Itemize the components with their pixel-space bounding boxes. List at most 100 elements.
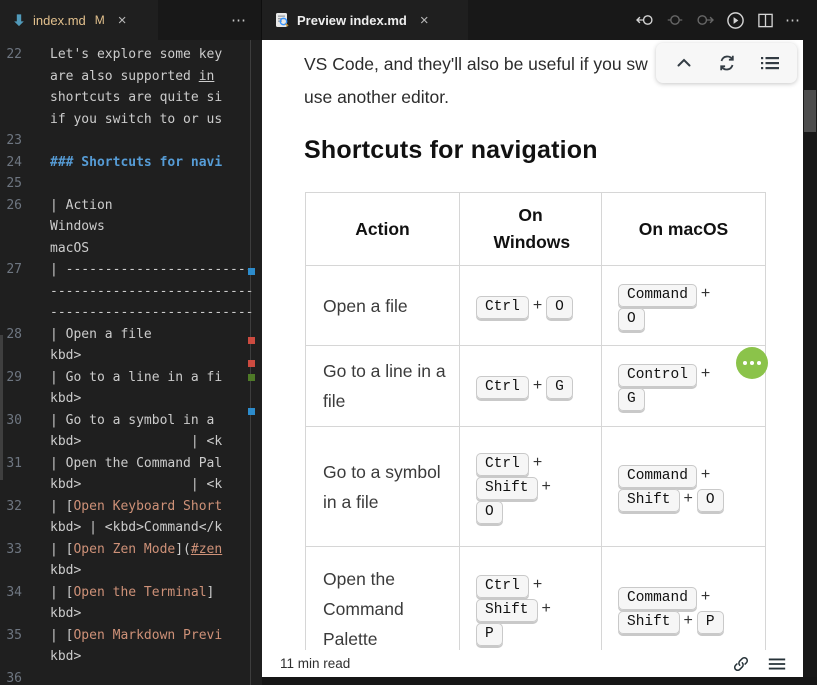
code-segment: kbd> | <k bbox=[50, 477, 222, 492]
code-segment: kbd> bbox=[50, 606, 81, 621]
run-icon[interactable] bbox=[725, 10, 745, 30]
code-text: | [Open the Terminal] bbox=[50, 585, 214, 607]
editor-line: kbd> bbox=[0, 649, 262, 671]
preview-scrollbar-track[interactable] bbox=[803, 40, 817, 685]
code-segment: kbd> bbox=[50, 391, 81, 406]
key-line: Shift+ bbox=[476, 600, 595, 618]
code-segment: | [ bbox=[50, 628, 73, 643]
scrollbar-thumb[interactable] bbox=[804, 90, 816, 132]
column-header-windows: On Windows bbox=[460, 193, 602, 266]
refresh-icon[interactable] bbox=[715, 51, 739, 75]
editor-line: are also supported in bbox=[0, 69, 262, 91]
menu-icon[interactable] bbox=[767, 654, 787, 674]
navigate-current-icon[interactable] bbox=[665, 10, 685, 30]
green-more-button[interactable] bbox=[736, 347, 768, 379]
editor-line: 26| Action bbox=[0, 198, 262, 220]
code-text: kbd> bbox=[50, 649, 81, 671]
editor-line: kbd> bbox=[0, 348, 262, 370]
code-segment: | [ bbox=[50, 585, 73, 600]
tab-preview-index-md[interactable]: Preview index.md × bbox=[262, 0, 468, 40]
editor-lines: 22Let's explore some keyare also support… bbox=[0, 47, 262, 685]
code-segment: ] bbox=[207, 585, 215, 600]
editor-line: kbd> | <k bbox=[0, 477, 262, 499]
preview-group-tabs: Preview index.md × bbox=[262, 0, 817, 40]
editor-line: 36 bbox=[0, 671, 262, 685]
table-header-row: Action On Windows On macOS bbox=[306, 193, 766, 266]
code-text: | Go to a symbol in a bbox=[50, 413, 214, 435]
close-icon[interactable]: × bbox=[118, 13, 127, 28]
line-number: 34 bbox=[0, 585, 50, 607]
markdown-preview-pane[interactable]: VS Code, and they'll also be useful if y… bbox=[262, 40, 803, 677]
editor-line: 25 bbox=[0, 176, 262, 198]
dot bbox=[750, 361, 754, 365]
line-number: 24 bbox=[0, 155, 50, 177]
column-header-action: Action bbox=[306, 193, 460, 266]
read-time-label: 11 min read bbox=[280, 656, 350, 671]
more-actions-icon[interactable]: ⋯ bbox=[231, 11, 247, 29]
plus-sign: + bbox=[533, 297, 542, 314]
code-text: kbd> bbox=[50, 391, 81, 413]
editor-line: if you switch to or us bbox=[0, 112, 262, 134]
code-segment: kbd> | <kbd>Command</k bbox=[50, 520, 222, 535]
more-actions-icon[interactable]: ⋯ bbox=[785, 11, 801, 29]
code-segment: Open Zen Mode bbox=[73, 542, 175, 557]
split-editor-icon[interactable] bbox=[755, 10, 775, 30]
line-number: 32 bbox=[0, 499, 50, 521]
close-icon[interactable]: × bbox=[420, 13, 429, 28]
kbd-key: Ctrl bbox=[476, 575, 529, 598]
line-number: 36 bbox=[0, 671, 50, 685]
plus-sign: + bbox=[684, 612, 693, 629]
shortcuts-table: Action On Windows On macOS Open a fileCt… bbox=[305, 192, 766, 672]
line-number: 31 bbox=[0, 456, 50, 478]
line-number bbox=[0, 391, 50, 413]
code-segment: kbd> bbox=[50, 348, 81, 363]
code-segment: Open Markdown Previ bbox=[73, 628, 222, 643]
code-text: Let's explore some key bbox=[50, 47, 222, 69]
editor-line: macOS bbox=[0, 241, 262, 263]
kbd-key: P bbox=[476, 623, 503, 646]
code-segment: | Open a file bbox=[50, 327, 152, 342]
editor-line: 24### Shortcuts for navi bbox=[0, 155, 262, 177]
code-text: if you switch to or us bbox=[50, 112, 222, 134]
editor-line: 29| Go to a line in a fi bbox=[0, 370, 262, 392]
editor-line: 22Let's explore some key bbox=[0, 47, 262, 69]
tab-label: Preview index.md bbox=[297, 13, 407, 28]
ruler-mark bbox=[248, 374, 255, 381]
ruler-mark bbox=[248, 408, 255, 415]
preview-toolbar bbox=[656, 43, 797, 83]
editor-line: -------------------------- bbox=[0, 284, 262, 306]
code-text: | [Open Zen Mode](#zen bbox=[50, 542, 222, 564]
editor-line: kbd> | <k bbox=[0, 434, 262, 456]
plus-sign: + bbox=[701, 365, 710, 382]
table-cell-keys: Ctrl+O bbox=[460, 266, 602, 346]
table-row: Open a fileCtrl+OCommand+O bbox=[306, 266, 766, 346]
code-text: | ------------------------ bbox=[50, 262, 254, 284]
code-segment: if you switch to or us bbox=[50, 112, 222, 127]
line-number bbox=[0, 477, 50, 499]
plus-sign: + bbox=[701, 285, 710, 302]
navigate-back-icon[interactable] bbox=[635, 10, 655, 30]
line-number bbox=[0, 241, 50, 263]
plus-sign: + bbox=[533, 377, 542, 394]
tab-index-md[interactable]: index.md M × bbox=[0, 0, 158, 40]
kbd-key: Shift bbox=[618, 489, 680, 512]
editor-line: 31| Open the Command Pal bbox=[0, 456, 262, 478]
editor-line: 23 bbox=[0, 133, 262, 155]
editor-line: kbd> | <kbd>Command</k bbox=[0, 520, 262, 542]
code-segment: ]( bbox=[175, 542, 191, 557]
line-number: 30 bbox=[0, 413, 50, 435]
link-icon[interactable] bbox=[731, 654, 751, 674]
editor-line: 35| [Open Markdown Previ bbox=[0, 628, 262, 650]
code-segment: kbd> | <k bbox=[50, 434, 222, 449]
code-text: kbd> bbox=[50, 348, 81, 370]
key-line: Ctrl+G bbox=[476, 377, 595, 395]
collapse-icon[interactable] bbox=[672, 51, 696, 75]
editor-pane[interactable]: 22Let's explore some keyare also support… bbox=[0, 40, 262, 685]
line-number bbox=[0, 69, 50, 91]
navigate-forward-icon[interactable] bbox=[695, 10, 715, 30]
key-line: Command+ bbox=[618, 466, 759, 484]
ruler-mark bbox=[248, 268, 255, 275]
key-line: P bbox=[476, 624, 595, 642]
table-of-contents-icon[interactable] bbox=[758, 51, 782, 75]
code-segment: | ------------------------ bbox=[50, 262, 254, 277]
